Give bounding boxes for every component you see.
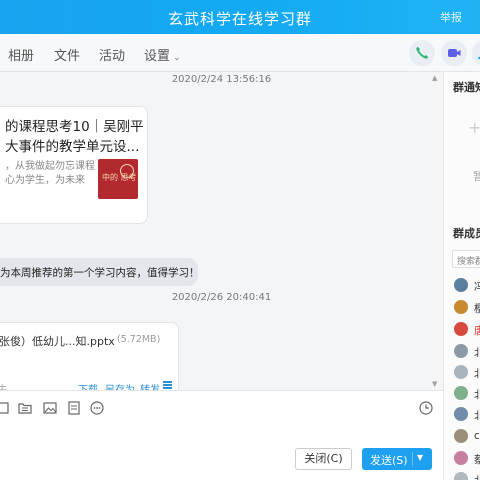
- more-menu-icon[interactable]: [163, 381, 172, 389]
- send-options-dropdown-icon[interactable]: ▼: [417, 453, 423, 462]
- message-bubble[interactable]: 为本周推荐的第一个学习内容，值得学习！: [0, 258, 200, 286]
- document-icon[interactable]: [66, 400, 82, 416]
- member-name: 北: [474, 473, 480, 480]
- article-share-card[interactable]: 的课程思考10｜吴刚平 大事件的教学单元设... ，从我做起勿忘课程 心为学生，…: [0, 106, 148, 224]
- tab-activities[interactable]: 活动: [99, 45, 125, 64]
- history-icon[interactable]: [418, 400, 434, 416]
- member-name: 樱: [474, 301, 480, 316]
- add-announcement-icon[interactable]: +: [468, 118, 480, 137]
- avatar: [454, 472, 468, 480]
- avatar: [454, 429, 468, 443]
- message-composer[interactable]: 关闭(C) 发送(S) ▼: [0, 390, 443, 480]
- group-info-sidebar: 群通知 + 暂 群成员 搜索群成员 冯 樱 唐 北 北 北 北 cs 蔡 北: [443, 72, 480, 480]
- phone-call-button[interactable]: [409, 40, 435, 66]
- scroll-down-arrow-icon[interactable]: ▼: [432, 380, 437, 388]
- members-header: 群成员: [453, 227, 480, 240]
- member-name: 唐: [474, 323, 480, 338]
- avatar: [454, 300, 468, 314]
- screenshot-icon[interactable]: [0, 400, 10, 416]
- file-size: (5.72MB): [117, 334, 161, 345]
- folder-icon[interactable]: [17, 400, 33, 416]
- avatar: [454, 322, 468, 336]
- group-nav-bar: 相册 文件 活动 设置 ⌄: [0, 34, 480, 72]
- avatar: [454, 365, 468, 379]
- tab-settings-label: 设置: [144, 49, 171, 64]
- window-title: 玄武科学在线学习群: [167, 10, 312, 28]
- avatar: [454, 278, 468, 292]
- close-button[interactable]: 关闭(C): [295, 448, 352, 470]
- announcement-empty-text: 暂: [473, 168, 480, 184]
- message-timestamp: 2020/2/26 20:40:41: [171, 292, 272, 303]
- send-button-divider: [412, 452, 413, 466]
- article-title: 的课程思考10｜吴刚平 大事件的教学单元设...: [5, 119, 144, 155]
- image-icon[interactable]: [42, 400, 58, 416]
- announcement-header: 群通知: [453, 81, 480, 94]
- send-button[interactable]: 发送(S) ▼: [362, 448, 432, 470]
- report-link[interactable]: 举报: [440, 9, 462, 25]
- file-meta-fragment: 牛: [0, 381, 7, 390]
- member-name: 北: [474, 387, 480, 402]
- avatar: [454, 407, 468, 421]
- avatar: [454, 451, 468, 465]
- member-name: cs: [474, 430, 480, 442]
- message-text: 为本周推荐的第一个学习内容，值得学习！: [0, 267, 200, 279]
- member-name: 北: [474, 345, 480, 360]
- avatar: [454, 344, 468, 358]
- member-name: 北: [474, 366, 480, 381]
- scroll-up-arrow-icon[interactable]: ▲: [432, 74, 437, 82]
- forward-link[interactable]: 转发: [140, 381, 160, 390]
- thumbnail-text: 中的 思考: [102, 173, 137, 182]
- article-thumbnail: 中的 思考: [98, 159, 138, 199]
- video-call-button[interactable]: [441, 40, 467, 66]
- chat-message-area[interactable]: 2020/2/24 13:56:16 ▲ 的课程思考10｜吴刚平 大事件的教学单…: [0, 72, 443, 390]
- video-call-icon: [448, 49, 461, 57]
- avatar: [454, 386, 468, 400]
- tab-album[interactable]: 相册: [8, 45, 34, 64]
- member-name: 蔡: [474, 452, 480, 467]
- file-name: 张俊）低幼儿...知.pptx: [0, 335, 115, 348]
- send-button-label: 发送(S): [370, 454, 408, 467]
- phone-call-icon: [416, 47, 428, 59]
- emoji-more-icon[interactable]: [89, 400, 105, 416]
- tab-settings[interactable]: 设置 ⌄: [144, 45, 181, 64]
- tab-files[interactable]: 文件: [54, 45, 80, 64]
- save-as-link[interactable]: 另存为: [105, 381, 135, 390]
- article-description: ，从我做起勿忘课程 心为学生，为未来: [5, 161, 95, 186]
- chevron-down-icon: ⌄: [173, 53, 181, 63]
- message-timestamp: 2020/2/24 13:56:16: [171, 74, 272, 85]
- file-share-card[interactable]: 张俊）低幼儿...知.pptx (5.72MB) 牛 下载 另存为 转发: [0, 322, 179, 390]
- member-name: 冯: [474, 279, 480, 294]
- add-member-button[interactable]: [472, 40, 480, 66]
- member-name: 北: [474, 408, 480, 423]
- title-bar: 玄武科学在线学习群 举报: [0, 0, 480, 34]
- download-link[interactable]: 下载: [78, 381, 98, 390]
- member-search-input[interactable]: 搜索群成员: [452, 250, 480, 268]
